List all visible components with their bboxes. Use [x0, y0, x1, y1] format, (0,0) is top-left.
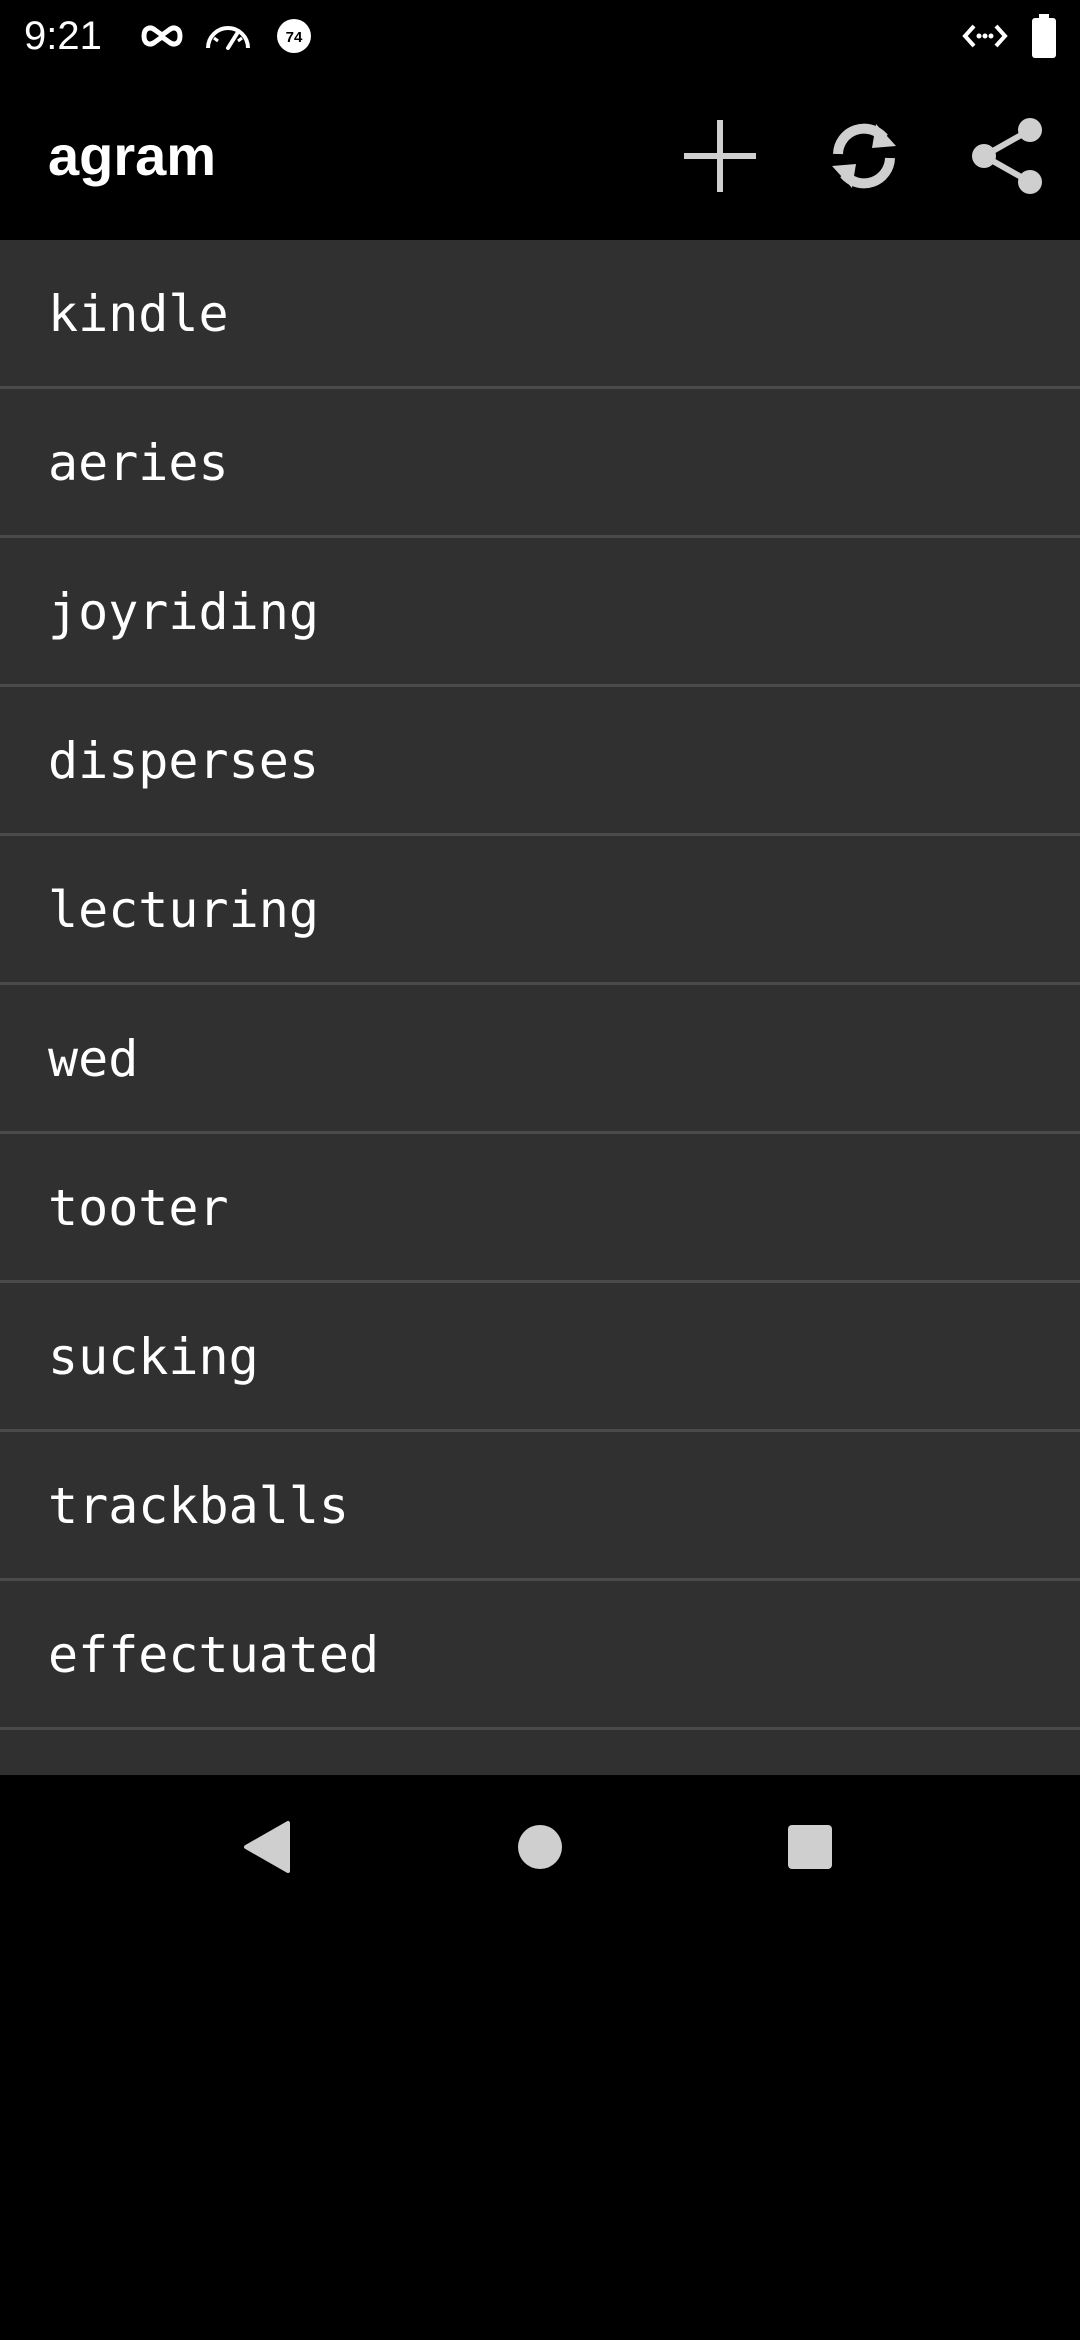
refresh-icon — [832, 123, 896, 189]
status-bar: 9:21 74 — [0, 0, 1080, 72]
list-item-label: aeries — [48, 434, 229, 492]
incognito-icon — [140, 16, 184, 61]
recents-button[interactable] — [760, 1797, 860, 1897]
list-item-label: trackballs — [48, 1477, 350, 1535]
home-icon — [518, 1825, 562, 1869]
list-item[interactable]: aeries — [0, 389, 1080, 538]
list-item[interactable]: sockets — [0, 1730, 1080, 1775]
plus-icon — [684, 120, 756, 192]
list-item[interactable]: kindle — [0, 240, 1080, 389]
back-icon — [244, 1821, 290, 1873]
list-item-label: joyriding — [48, 583, 319, 641]
app-bar: agram — [0, 72, 1080, 240]
list-item-label: effectuated — [48, 1626, 380, 1684]
home-button[interactable] — [490, 1797, 590, 1897]
svg-text:74: 74 — [286, 29, 303, 46]
list-item[interactable]: joyriding — [0, 538, 1080, 687]
app-title: agram — [48, 124, 217, 187]
list-item[interactable]: wed — [0, 985, 1080, 1134]
data-saver-badge-icon: 74 — [274, 16, 314, 61]
list-item[interactable]: effectuated — [0, 1581, 1080, 1730]
list-item-label: tooter — [48, 1179, 229, 1237]
list-item-label: sucking — [48, 1328, 259, 1386]
list-item-label: wed — [48, 1030, 139, 1088]
status-time: 9:21 — [24, 14, 102, 58]
add-button[interactable] — [672, 108, 768, 204]
screen: 9:21 74 agram kindle aeries joyriding di… — [0, 0, 1080, 2340]
word-list[interactable]: kindle aeries joyriding disperses lectur… — [0, 240, 1080, 1775]
share-icon — [972, 118, 1042, 194]
list-item[interactable]: lecturing — [0, 836, 1080, 985]
list-item-label: disperses — [48, 732, 319, 790]
back-button[interactable] — [218, 1797, 318, 1897]
battery-icon — [1030, 14, 1058, 63]
list-item-label: lecturing — [48, 881, 319, 939]
list-item[interactable]: tooter — [0, 1134, 1080, 1283]
recents-icon — [788, 1825, 832, 1869]
code-brackets-icon — [962, 16, 1008, 61]
navigation-bar — [0, 1775, 1080, 1919]
list-item[interactable]: disperses — [0, 687, 1080, 836]
refresh-button[interactable] — [816, 108, 912, 204]
speedometer-icon — [204, 16, 252, 61]
list-item[interactable]: trackballs — [0, 1432, 1080, 1581]
list-item-label: kindle — [48, 285, 229, 343]
list-item[interactable]: sucking — [0, 1283, 1080, 1432]
share-button[interactable] — [960, 108, 1056, 204]
